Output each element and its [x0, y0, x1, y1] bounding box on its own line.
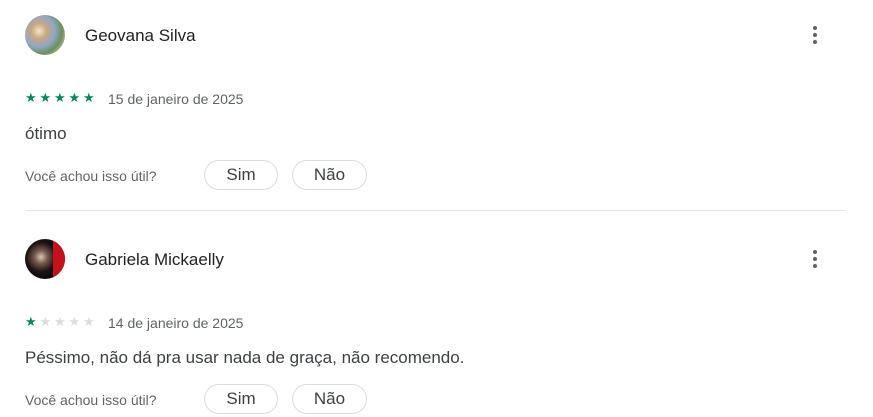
- star-empty-icon: ★: [83, 314, 95, 329]
- star-empty-icon: ★: [54, 314, 66, 329]
- star-filled-icon: ★: [54, 90, 66, 105]
- more-vert-icon-dot: [813, 40, 817, 44]
- more-vert-icon: [813, 26, 817, 30]
- reviews-list: Geovana Silva ★ ★ ★ ★ ★ 15 de janeiro de 202…: [0, 0, 873, 417]
- review-meta: ★ ★ ★ ★ ★ 15 de janeiro de 2025: [25, 90, 625, 108]
- more-options-button[interactable]: [801, 245, 829, 273]
- helpful-question: Você achou isso útil?: [25, 168, 157, 184]
- star-filled-icon: ★: [25, 90, 37, 105]
- divider: [25, 210, 845, 211]
- review-meta: ★ ★ ★ ★ ★ 14 de janeiro de 2025: [25, 314, 625, 332]
- helpful-yes-button[interactable]: Sim: [204, 384, 278, 414]
- avatar-accent: [53, 239, 65, 279]
- more-vert-icon-dot: [813, 264, 817, 268]
- star-rating: ★ ★ ★ ★ ★: [25, 314, 98, 330]
- review-date: 14 de janeiro de 2025: [108, 315, 244, 331]
- author-name: Gabriela Mickaelly: [85, 250, 224, 269]
- star-empty-icon: ★: [39, 314, 52, 329]
- helpful-no-button[interactable]: Não: [292, 384, 367, 414]
- review-text: Péssimo, não dá pra usar nada de graça, …: [25, 348, 465, 367]
- star-empty-icon: ★: [68, 314, 81, 329]
- review-header: Geovana Silva: [25, 15, 845, 57]
- star-rating: ★ ★ ★ ★ ★: [25, 90, 98, 106]
- helpful-prompt: Você achou isso útil? Sim Não: [25, 384, 625, 416]
- review-header: Gabriela Mickaelly: [25, 239, 845, 281]
- helpful-no-button[interactable]: Não: [292, 160, 367, 190]
- star-filled-icon: ★: [68, 90, 81, 105]
- more-vert-icon-dot: [813, 257, 817, 261]
- more-options-button[interactable]: [801, 21, 829, 49]
- star-filled-icon: ★: [25, 314, 37, 329]
- more-vert-icon: [813, 250, 817, 254]
- avatar: [25, 15, 65, 55]
- helpful-yes-button[interactable]: Sim: [204, 160, 278, 190]
- star-filled-icon: ★: [39, 90, 52, 105]
- more-vert-icon-dot: [813, 33, 817, 37]
- helpful-prompt: Você achou isso útil? Sim Não: [25, 160, 625, 192]
- avatar: [25, 239, 65, 279]
- review-date: 15 de janeiro de 2025: [108, 91, 244, 107]
- author-name: Geovana Silva: [85, 26, 196, 45]
- helpful-question: Você achou isso útil?: [25, 392, 157, 408]
- star-filled-icon: ★: [83, 90, 95, 105]
- review-text: ótimo: [25, 124, 67, 143]
